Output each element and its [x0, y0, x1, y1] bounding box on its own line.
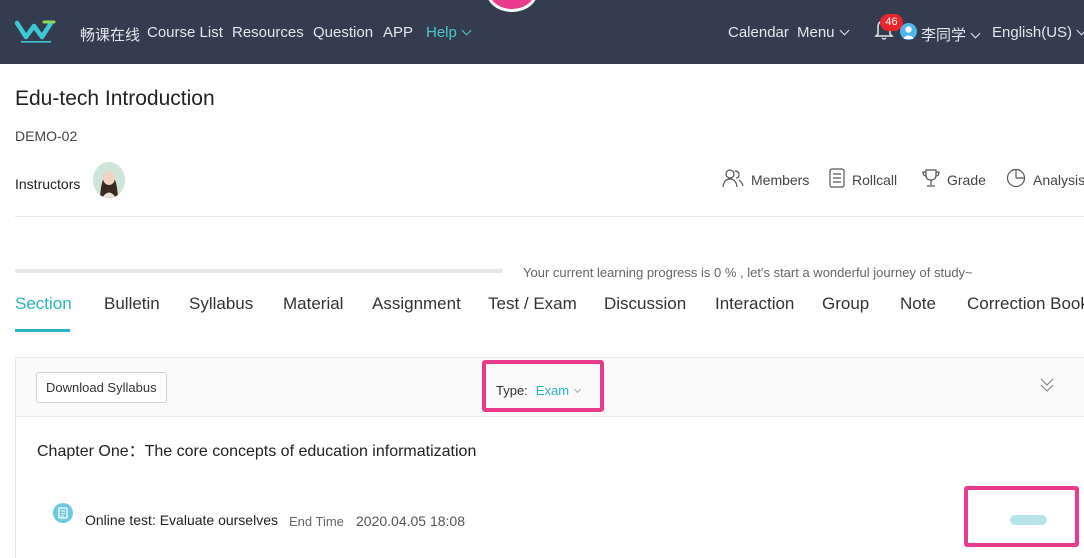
chevron-down-icon: [839, 25, 849, 36]
tab-group[interactable]: Group: [822, 294, 869, 314]
trophy-icon: [922, 169, 940, 187]
tab-test-exam[interactable]: Test / Exam: [488, 294, 577, 314]
grade-button[interactable]: Grade: [922, 168, 986, 188]
tab-correction-book[interactable]: Correction Book: [967, 294, 1084, 314]
nav-question[interactable]: Question: [313, 24, 373, 41]
nav-user[interactable]: 李同学: [921, 24, 981, 45]
instructor-avatar[interactable]: [93, 162, 125, 198]
end-time-label: End Time: [289, 514, 344, 529]
chevron-down-icon: [461, 25, 472, 36]
nav-help[interactable]: Help: [426, 24, 472, 41]
active-tab-indicator: [15, 329, 70, 332]
rollcall-label: Rollcall: [852, 172, 898, 188]
status-highlight: [964, 486, 1079, 547]
tab-section[interactable]: Section: [15, 294, 72, 314]
nav-language[interactable]: English(US): [992, 24, 1084, 41]
download-syllabus-button[interactable]: Download Syllabus: [36, 372, 167, 403]
analysis-button[interactable]: Analysis: [1006, 168, 1084, 188]
type-filter-highlight: [482, 360, 604, 412]
nav-calendar[interactable]: Calendar: [728, 24, 789, 41]
nav-menu[interactable]: Menu: [797, 24, 849, 41]
tab-material[interactable]: Material: [283, 294, 343, 314]
nav-help-label: Help: [426, 24, 457, 41]
course-title: Edu-tech Introduction: [15, 87, 215, 110]
grade-label: Grade: [947, 172, 986, 188]
double-chevron-down-icon[interactable]: [1040, 376, 1054, 394]
course-code: DEMO-02: [15, 128, 78, 144]
nav-app[interactable]: APP: [383, 24, 413, 41]
tab-note[interactable]: Note: [900, 294, 936, 314]
header-divider: [15, 216, 1084, 217]
members-button[interactable]: Members: [722, 168, 809, 188]
learning-progress-bar: [15, 269, 503, 273]
tab-interaction[interactable]: Interaction: [715, 294, 794, 314]
end-time-value: 2020.04.05 18:08: [356, 513, 465, 529]
activity-title[interactable]: Online test: Evaluate ourselves: [85, 512, 278, 528]
tab-syllabus[interactable]: Syllabus: [189, 294, 253, 314]
chevron-down-icon: [1076, 25, 1084, 36]
nav-language-label: English(US): [992, 24, 1073, 41]
instructors-label: Instructors: [15, 176, 81, 192]
tab-assignment[interactable]: Assignment: [372, 294, 461, 314]
rollcall-button[interactable]: Rollcall: [829, 168, 897, 188]
members-icon: [722, 169, 744, 188]
tab-discussion[interactable]: Discussion: [604, 294, 686, 314]
tab-bulletin[interactable]: Bulletin: [104, 294, 160, 314]
online-test-icon: [53, 503, 73, 523]
analysis-label: Analysis: [1033, 172, 1084, 188]
nav-user-name: 李同学: [921, 27, 967, 44]
chapter-title[interactable]: Chapter One：The core concepts of educati…: [37, 437, 476, 461]
instructor-photo: [93, 162, 125, 198]
learning-progress-text: Your current learning progress is 0 % , …: [523, 265, 973, 280]
nav-brand[interactable]: 畅课在线: [80, 24, 140, 45]
top-navigation-bar: 畅课在线 Course List Resources Question APP …: [0, 0, 1084, 64]
rollcall-icon: [829, 168, 845, 188]
logo-icon[interactable]: [14, 16, 58, 46]
chevron-down-icon: [970, 28, 981, 39]
members-label: Members: [751, 172, 810, 188]
nav-course-list[interactable]: Course List: [147, 24, 223, 41]
user-icon: [902, 26, 915, 39]
user-avatar[interactable]: [900, 23, 917, 40]
nav-menu-label: Menu: [797, 24, 835, 41]
pie-chart-icon: [1006, 168, 1026, 188]
nav-resources[interactable]: Resources: [232, 24, 304, 41]
test-paper-icon: [58, 507, 68, 519]
